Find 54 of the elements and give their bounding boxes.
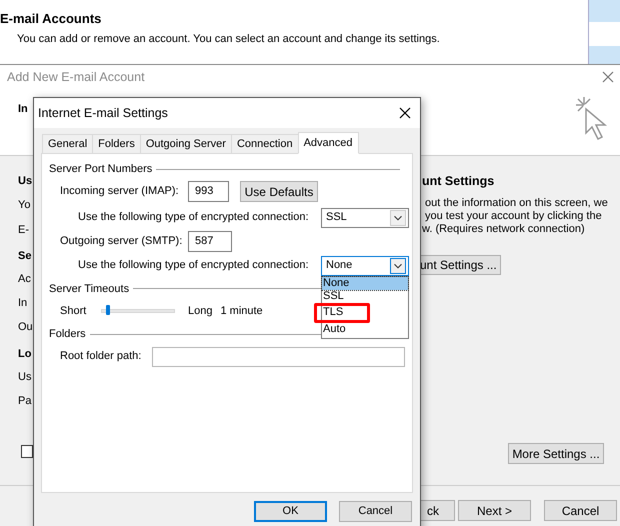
dialog-title: Internet E-mail Settings (38, 104, 168, 122)
field-label: Lo (18, 347, 32, 362)
port-field[interactable]: 587 (188, 231, 232, 252)
field-label: Se (18, 249, 32, 264)
encryption-select[interactable]: SSL (321, 208, 409, 228)
section-title: E-mail Accounts (0, 11, 102, 27)
group-heading: Server Timeouts (49, 282, 130, 296)
description-line: w. (Requires network connection) (422, 222, 586, 236)
field-label: In (18, 102, 28, 117)
use-defaults-button[interactable]: Use Defaults (240, 181, 318, 202)
tab[interactable]: General (42, 134, 94, 154)
section-heading: unt Settings (422, 173, 496, 190)
chevron-down-icon (390, 210, 406, 226)
field-label: Ac (18, 272, 31, 287)
slider-thumb[interactable] (106, 305, 110, 315)
tab[interactable]: Advanced (298, 132, 359, 154)
dropdown-option[interactable]: TLS (322, 306, 344, 319)
footer-button[interactable]: Next > (458, 500, 531, 521)
close-icon[interactable] (399, 107, 411, 119)
chevron-down-icon (390, 258, 406, 274)
description-line: you test your account by clicking the (424, 210, 603, 223)
field-label: In (18, 296, 28, 311)
slider-label: Short (60, 304, 88, 319)
field-label: Yo (18, 198, 30, 213)
field-label: Incoming server (IMAP): (60, 184, 180, 200)
field-label: Use the following type of encrypted connection: (78, 258, 310, 274)
window-title: Add New E-mail Account (7, 69, 145, 86)
section-subtitle: You can add or remove an account. You can select an account and change its settings. (16, 32, 441, 47)
footer-button[interactable]: ck (420, 500, 455, 521)
field-label: Use the following type of encrypted connection: (78, 210, 310, 226)
field-label: Us (18, 370, 32, 385)
timeout-reading: 1 minute (220, 304, 263, 319)
field-label: Outgoing server (SMTP): (60, 234, 184, 250)
field-label: Us (18, 174, 32, 189)
field-label: Ou (18, 320, 33, 335)
port-field[interactable]: 993 (188, 181, 229, 202)
field-label: E- (18, 223, 29, 238)
dropdown-option[interactable]: SSL (322, 290, 345, 302)
root-folder-field[interactable] (152, 346, 405, 366)
dialog-button[interactable]: Cancel (339, 501, 412, 522)
field-label: Root folder path: (60, 349, 142, 364)
footer-button[interactable]: Cancel (544, 500, 617, 521)
encryption-select[interactable]: None (321, 256, 409, 276)
group-heading: Folders (49, 327, 86, 342)
more-settings-button[interactable]: More Settings ... (508, 443, 604, 464)
group-heading: Server Port Numbers (49, 162, 152, 177)
dialog-button[interactable]: OK (254, 501, 327, 522)
cursor-click-icon (574, 95, 608, 141)
remember-checkbox[interactable] (21, 445, 33, 458)
slider-label: Long (188, 304, 212, 319)
dropdown-option[interactable]: Auto (322, 322, 347, 336)
dropdown-option[interactable]: None (322, 276, 408, 290)
field-label: Pa (18, 394, 32, 409)
description-line: out the information on this screen, we (424, 196, 608, 210)
